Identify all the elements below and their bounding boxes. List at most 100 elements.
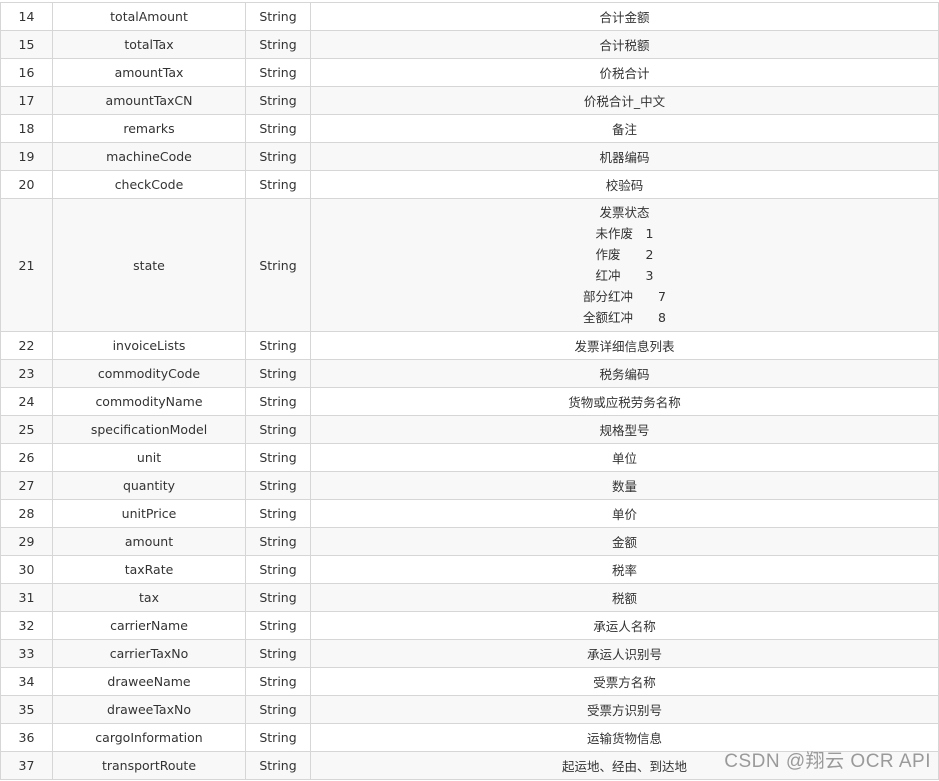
description-line: 发票状态 — [599, 205, 650, 220]
table-row: 32 carrierName String 承运人名称 — [0, 611, 939, 640]
field-type: String — [245, 527, 311, 556]
row-number: 30 — [0, 555, 53, 584]
row-number: 16 — [0, 58, 53, 87]
table-row: 23 commodityCode String 税务编码 — [0, 359, 939, 388]
field-type: String — [245, 359, 311, 388]
row-number: 20 — [0, 170, 53, 199]
table-row: 33 carrierTaxNo String 承运人识别号 — [0, 639, 939, 668]
table-row: 19 machineCode String 机器编码 — [0, 142, 939, 171]
field-name: amount — [52, 527, 246, 556]
field-type: String — [245, 170, 311, 199]
field-description: 合计税额 — [310, 30, 939, 59]
field-name: machineCode — [52, 142, 246, 171]
field-name: unitPrice — [52, 499, 246, 528]
field-type: String — [245, 723, 311, 752]
description-line: 全额红冲 8 — [583, 310, 666, 325]
row-number: 19 — [0, 142, 53, 171]
field-description: 单位 — [310, 443, 939, 472]
field-name: state — [52, 198, 246, 332]
row-number: 22 — [0, 331, 53, 360]
field-description: 合计金额 — [310, 2, 939, 31]
field-description: 税额 — [310, 583, 939, 612]
table-row: 30 taxRate String 税率 — [0, 555, 939, 584]
field-name: unit — [52, 443, 246, 472]
field-table: 14 totalAmount String 合计金额 15 totalTax String 合… — [0, 2, 939, 780]
field-type: String — [245, 611, 311, 640]
field-name: tax — [52, 583, 246, 612]
field-name: checkCode — [52, 170, 246, 199]
field-name: quantity — [52, 471, 246, 500]
field-description: 受票方识别号 — [310, 695, 939, 724]
field-type: String — [245, 751, 311, 780]
field-description: 承运人名称 — [310, 611, 939, 640]
table-row: 20 checkCode String 校验码 — [0, 170, 939, 199]
table-row: 35 draweeTaxNo String 受票方识别号 — [0, 695, 939, 724]
field-name: totalAmount — [52, 2, 246, 31]
table-row: 14 totalAmount String 合计金额 — [0, 2, 939, 31]
field-type: String — [245, 555, 311, 584]
field-description: 机器编码 — [310, 142, 939, 171]
field-name: commodityName — [52, 387, 246, 416]
row-number: 24 — [0, 387, 53, 416]
field-type: String — [245, 639, 311, 668]
description-line: 红冲 3 — [595, 268, 654, 283]
table-row: 21 state String 发票状态 未作废 1 作废 2 红冲 3 部分红冲 7 全额红冲… — [0, 198, 939, 332]
field-type: String — [245, 443, 311, 472]
field-name: draweeName — [52, 667, 246, 696]
table-row: 26 unit String 单位 — [0, 443, 939, 472]
table-row: 15 totalTax String 合计税额 — [0, 30, 939, 59]
field-description: 数量 — [310, 471, 939, 500]
row-number: 14 — [0, 2, 53, 31]
field-name: amountTax — [52, 58, 246, 87]
row-number: 27 — [0, 471, 53, 500]
row-number: 36 — [0, 723, 53, 752]
field-type: String — [245, 667, 311, 696]
description-line: 未作废 1 — [595, 226, 654, 241]
table-row: 31 tax String 税额 — [0, 583, 939, 612]
field-type: String — [245, 695, 311, 724]
field-description: 发票状态 未作废 1 作废 2 红冲 3 部分红冲 7 全额红冲 8 — [310, 198, 939, 332]
row-number: 28 — [0, 499, 53, 528]
field-type: String — [245, 58, 311, 87]
watermark: CSDN @翔云 OCR API — [724, 751, 931, 772]
field-description: 税务编码 — [310, 359, 939, 388]
row-number: 29 — [0, 527, 53, 556]
table-row: 24 commodityName String 货物或应税劳务名称 — [0, 387, 939, 416]
field-name: commodityCode — [52, 359, 246, 388]
field-type: String — [245, 86, 311, 115]
field-name: totalTax — [52, 30, 246, 59]
field-description: 货物或应税劳务名称 — [310, 387, 939, 416]
field-description: 备注 — [310, 114, 939, 143]
field-description: 发票详细信息列表 — [310, 331, 939, 360]
row-number: 23 — [0, 359, 53, 388]
field-description: 承运人识别号 — [310, 639, 939, 668]
row-number: 32 — [0, 611, 53, 640]
row-number: 37 — [0, 751, 53, 780]
row-number: 21 — [0, 198, 53, 332]
row-number: 15 — [0, 30, 53, 59]
field-name: invoiceLists — [52, 331, 246, 360]
field-description: 校验码 — [310, 170, 939, 199]
table-row: 17 amountTaxCN String 价税合计_中文 — [0, 86, 939, 115]
field-type: String — [245, 142, 311, 171]
row-number: 18 — [0, 114, 53, 143]
field-name: transportRoute — [52, 751, 246, 780]
field-type: String — [245, 331, 311, 360]
field-description: 受票方名称 — [310, 667, 939, 696]
field-name: remarks — [52, 114, 246, 143]
table-row: 16 amountTax String 价税合计 — [0, 58, 939, 87]
table-row: 28 unitPrice String 单价 — [0, 499, 939, 528]
field-description: 价税合计 — [310, 58, 939, 87]
field-description: 税率 — [310, 555, 939, 584]
field-name: cargoInformation — [52, 723, 246, 752]
field-description: 金额 — [310, 527, 939, 556]
field-description: 单价 — [310, 499, 939, 528]
field-name: amountTaxCN — [52, 86, 246, 115]
field-type: String — [245, 583, 311, 612]
field-name: draweeTaxNo — [52, 695, 246, 724]
field-name: carrierTaxNo — [52, 639, 246, 668]
field-type: String — [245, 198, 311, 332]
table-row: 29 amount String 金额 — [0, 527, 939, 556]
field-name: taxRate — [52, 555, 246, 584]
table-row: 25 specificationModel String 规格型号 — [0, 415, 939, 444]
